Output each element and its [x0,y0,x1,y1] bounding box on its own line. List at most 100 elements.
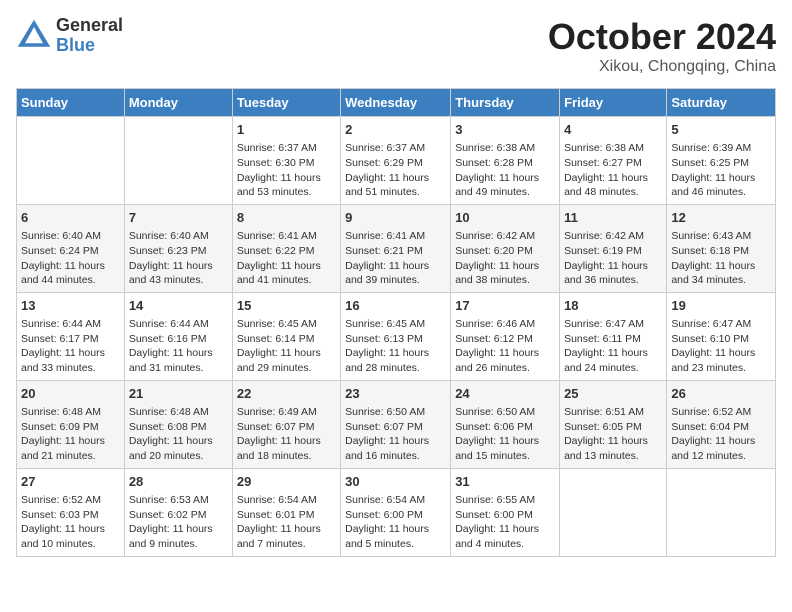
day-number: 10 [455,209,555,227]
day-info: Sunrise: 6:49 AM Sunset: 6:07 PM Dayligh… [237,405,336,464]
day-number: 26 [671,385,771,403]
day-number: 30 [345,473,446,491]
day-info: Sunrise: 6:47 AM Sunset: 6:11 PM Dayligh… [564,317,662,376]
day-number: 23 [345,385,446,403]
day-info: Sunrise: 6:38 AM Sunset: 6:28 PM Dayligh… [455,141,555,200]
day-number: 6 [21,209,120,227]
day-info: Sunrise: 6:47 AM Sunset: 6:10 PM Dayligh… [671,317,771,376]
day-number: 5 [671,121,771,139]
calendar-cell: 21Sunrise: 6:48 AM Sunset: 6:08 PM Dayli… [124,380,232,468]
day-info: Sunrise: 6:43 AM Sunset: 6:18 PM Dayligh… [671,229,771,288]
day-info: Sunrise: 6:51 AM Sunset: 6:05 PM Dayligh… [564,405,662,464]
day-info: Sunrise: 6:53 AM Sunset: 6:02 PM Dayligh… [129,493,228,552]
calendar-cell: 27Sunrise: 6:52 AM Sunset: 6:03 PM Dayli… [17,468,125,556]
calendar-cell: 3 Sunrise: 6:38 AM Sunset: 6:28 PM Daylig… [451,117,560,205]
page-title: October 2024 [548,16,776,58]
day-info: Sunrise: 6:41 AM Sunset: 6:22 PM Dayligh… [237,229,336,288]
day-number: 27 [21,473,120,491]
logo-icon [16,18,52,54]
day-info: Sunrise: 6:45 AM Sunset: 6:14 PM Dayligh… [237,317,336,376]
day-number: 28 [129,473,228,491]
day-info: Sunrise: 6:50 AM Sunset: 6:07 PM Dayligh… [345,405,446,464]
day-info: Sunrise: 6:54 AM Sunset: 6:00 PM Dayligh… [345,493,446,552]
day-number: 31 [455,473,555,491]
calendar-cell [667,468,776,556]
day-info: Sunrise: 6:54 AM Sunset: 6:01 PM Dayligh… [237,493,336,552]
day-number: 16 [345,297,446,315]
header-row: SundayMondayTuesdayWednesdayThursdayFrid… [17,89,776,117]
calendar-cell: 4 Sunrise: 6:38 AM Sunset: 6:27 PM Daylig… [560,117,667,205]
day-number: 17 [455,297,555,315]
day-number: 13 [21,297,120,315]
day-number: 15 [237,297,336,315]
calendar-week-0: 1 Sunrise: 6:37 AM Sunset: 6:30 PM Daylig… [17,117,776,205]
day-info: Sunrise: 6:52 AM Sunset: 6:04 PM Dayligh… [671,405,771,464]
day-number: 12 [671,209,771,227]
page-header: General Blue October 2024 Xikou, Chongqi… [16,16,776,76]
day-number: 22 [237,385,336,403]
day-number: 7 [129,209,228,227]
calendar-cell: 25 Sunrise: 6:51 AM Sunset: 6:05 PM Dayli… [560,380,667,468]
calendar-week-2: 13 Sunrise: 6:44 AM Sunset: 6:17 PM Dayli… [17,292,776,380]
logo-line2: Blue [56,36,123,56]
calendar-cell [124,117,232,205]
header-cell-thursday: Thursday [451,89,560,117]
calendar-cell: 19 Sunrise: 6:47 AM Sunset: 6:10 PM Dayli… [667,292,776,380]
day-number: 8 [237,209,336,227]
day-info: Sunrise: 6:42 AM Sunset: 6:20 PM Dayligh… [455,229,555,288]
header-cell-monday: Monday [124,89,232,117]
day-number: 25 [564,385,662,403]
day-info: Sunrise: 6:48 AM Sunset: 6:09 PM Dayligh… [21,405,120,464]
calendar-week-4: 27Sunrise: 6:52 AM Sunset: 6:03 PM Dayli… [17,468,776,556]
calendar-cell: 9 Sunrise: 6:41 AM Sunset: 6:21 PM Daylig… [341,204,451,292]
title-block: October 2024 Xikou, Chongqing, China [548,16,776,76]
day-number: 1 [237,121,336,139]
calendar-week-3: 20Sunrise: 6:48 AM Sunset: 6:09 PM Dayli… [17,380,776,468]
day-info: Sunrise: 6:44 AM Sunset: 6:17 PM Dayligh… [21,317,120,376]
logo-text: General Blue [56,16,123,56]
calendar-cell: 30 Sunrise: 6:54 AM Sunset: 6:00 PM Dayli… [341,468,451,556]
calendar-cell: 26 Sunrise: 6:52 AM Sunset: 6:04 PM Dayli… [667,380,776,468]
calendar-cell [17,117,125,205]
day-number: 18 [564,297,662,315]
day-number: 3 [455,121,555,139]
calendar-cell: 15 Sunrise: 6:45 AM Sunset: 6:14 PM Dayli… [232,292,340,380]
day-info: Sunrise: 6:41 AM Sunset: 6:21 PM Dayligh… [345,229,446,288]
page-subtitle: Xikou, Chongqing, China [548,58,776,76]
day-info: Sunrise: 6:39 AM Sunset: 6:25 PM Dayligh… [671,141,771,200]
calendar-cell: 31 Sunrise: 6:55 AM Sunset: 6:00 PM Dayli… [451,468,560,556]
day-number: 29 [237,473,336,491]
calendar-cell: 6Sunrise: 6:40 AM Sunset: 6:24 PM Daylig… [17,204,125,292]
day-info: Sunrise: 6:44 AM Sunset: 6:16 PM Dayligh… [129,317,228,376]
header-cell-friday: Friday [560,89,667,117]
day-info: Sunrise: 6:38 AM Sunset: 6:27 PM Dayligh… [564,141,662,200]
calendar-cell: 20Sunrise: 6:48 AM Sunset: 6:09 PM Dayli… [17,380,125,468]
calendar-cell: 1 Sunrise: 6:37 AM Sunset: 6:30 PM Daylig… [232,117,340,205]
day-info: Sunrise: 6:37 AM Sunset: 6:29 PM Dayligh… [345,141,446,200]
calendar-cell: 14Sunrise: 6:44 AM Sunset: 6:16 PM Dayli… [124,292,232,380]
calendar-week-1: 6Sunrise: 6:40 AM Sunset: 6:24 PM Daylig… [17,204,776,292]
header-cell-sunday: Sunday [17,89,125,117]
calendar-cell: 7 Sunrise: 6:40 AM Sunset: 6:23 PM Daylig… [124,204,232,292]
day-number: 9 [345,209,446,227]
header-cell-saturday: Saturday [667,89,776,117]
calendar-cell: 13 Sunrise: 6:44 AM Sunset: 6:17 PM Dayli… [17,292,125,380]
day-number: 19 [671,297,771,315]
calendar-body: 1 Sunrise: 6:37 AM Sunset: 6:30 PM Daylig… [17,117,776,557]
calendar-header: SundayMondayTuesdayWednesdayThursdayFrid… [17,89,776,117]
logo: General Blue [16,16,123,56]
calendar-cell: 18 Sunrise: 6:47 AM Sunset: 6:11 PM Dayli… [560,292,667,380]
calendar-cell: 12 Sunrise: 6:43 AM Sunset: 6:18 PM Dayli… [667,204,776,292]
calendar-cell: 8 Sunrise: 6:41 AM Sunset: 6:22 PM Daylig… [232,204,340,292]
header-cell-tuesday: Tuesday [232,89,340,117]
header-cell-wednesday: Wednesday [341,89,451,117]
day-info: Sunrise: 6:37 AM Sunset: 6:30 PM Dayligh… [237,141,336,200]
day-number: 21 [129,385,228,403]
calendar-cell: 29 Sunrise: 6:54 AM Sunset: 6:01 PM Dayli… [232,468,340,556]
calendar-cell: 17Sunrise: 6:46 AM Sunset: 6:12 PM Dayli… [451,292,560,380]
calendar-cell: 22 Sunrise: 6:49 AM Sunset: 6:07 PM Dayli… [232,380,340,468]
calendar-cell: 5 Sunrise: 6:39 AM Sunset: 6:25 PM Daylig… [667,117,776,205]
day-info: Sunrise: 6:55 AM Sunset: 6:00 PM Dayligh… [455,493,555,552]
day-info: Sunrise: 6:40 AM Sunset: 6:23 PM Dayligh… [129,229,228,288]
day-number: 4 [564,121,662,139]
